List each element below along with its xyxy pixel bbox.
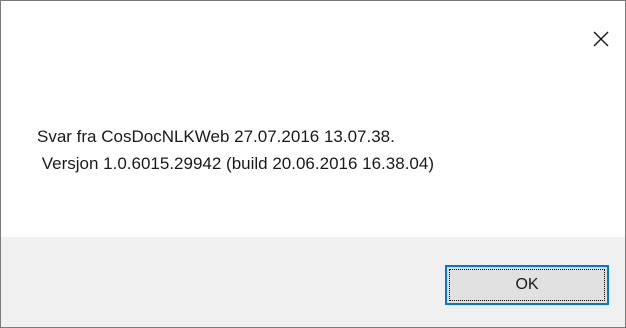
close-icon: [592, 30, 610, 48]
message-line-2: Versjon 1.0.6015.29942 (build 20.06.2016…: [37, 154, 434, 173]
title-bar: [1, 1, 625, 73]
ok-button[interactable]: OK: [445, 265, 609, 305]
close-button[interactable]: [585, 23, 617, 55]
message-line-1: Svar fra CosDocNLKWeb 27.07.2016 13.07.3…: [37, 127, 395, 146]
ok-button-label: OK: [515, 276, 539, 293]
message-text: Svar fra CosDocNLKWeb 27.07.2016 13.07.3…: [37, 123, 434, 177]
message-dialog: Svar fra CosDocNLKWeb 27.07.2016 13.07.3…: [0, 0, 626, 328]
message-area: Svar fra CosDocNLKWeb 27.07.2016 13.07.3…: [1, 73, 625, 237]
button-bar: OK: [1, 237, 625, 327]
